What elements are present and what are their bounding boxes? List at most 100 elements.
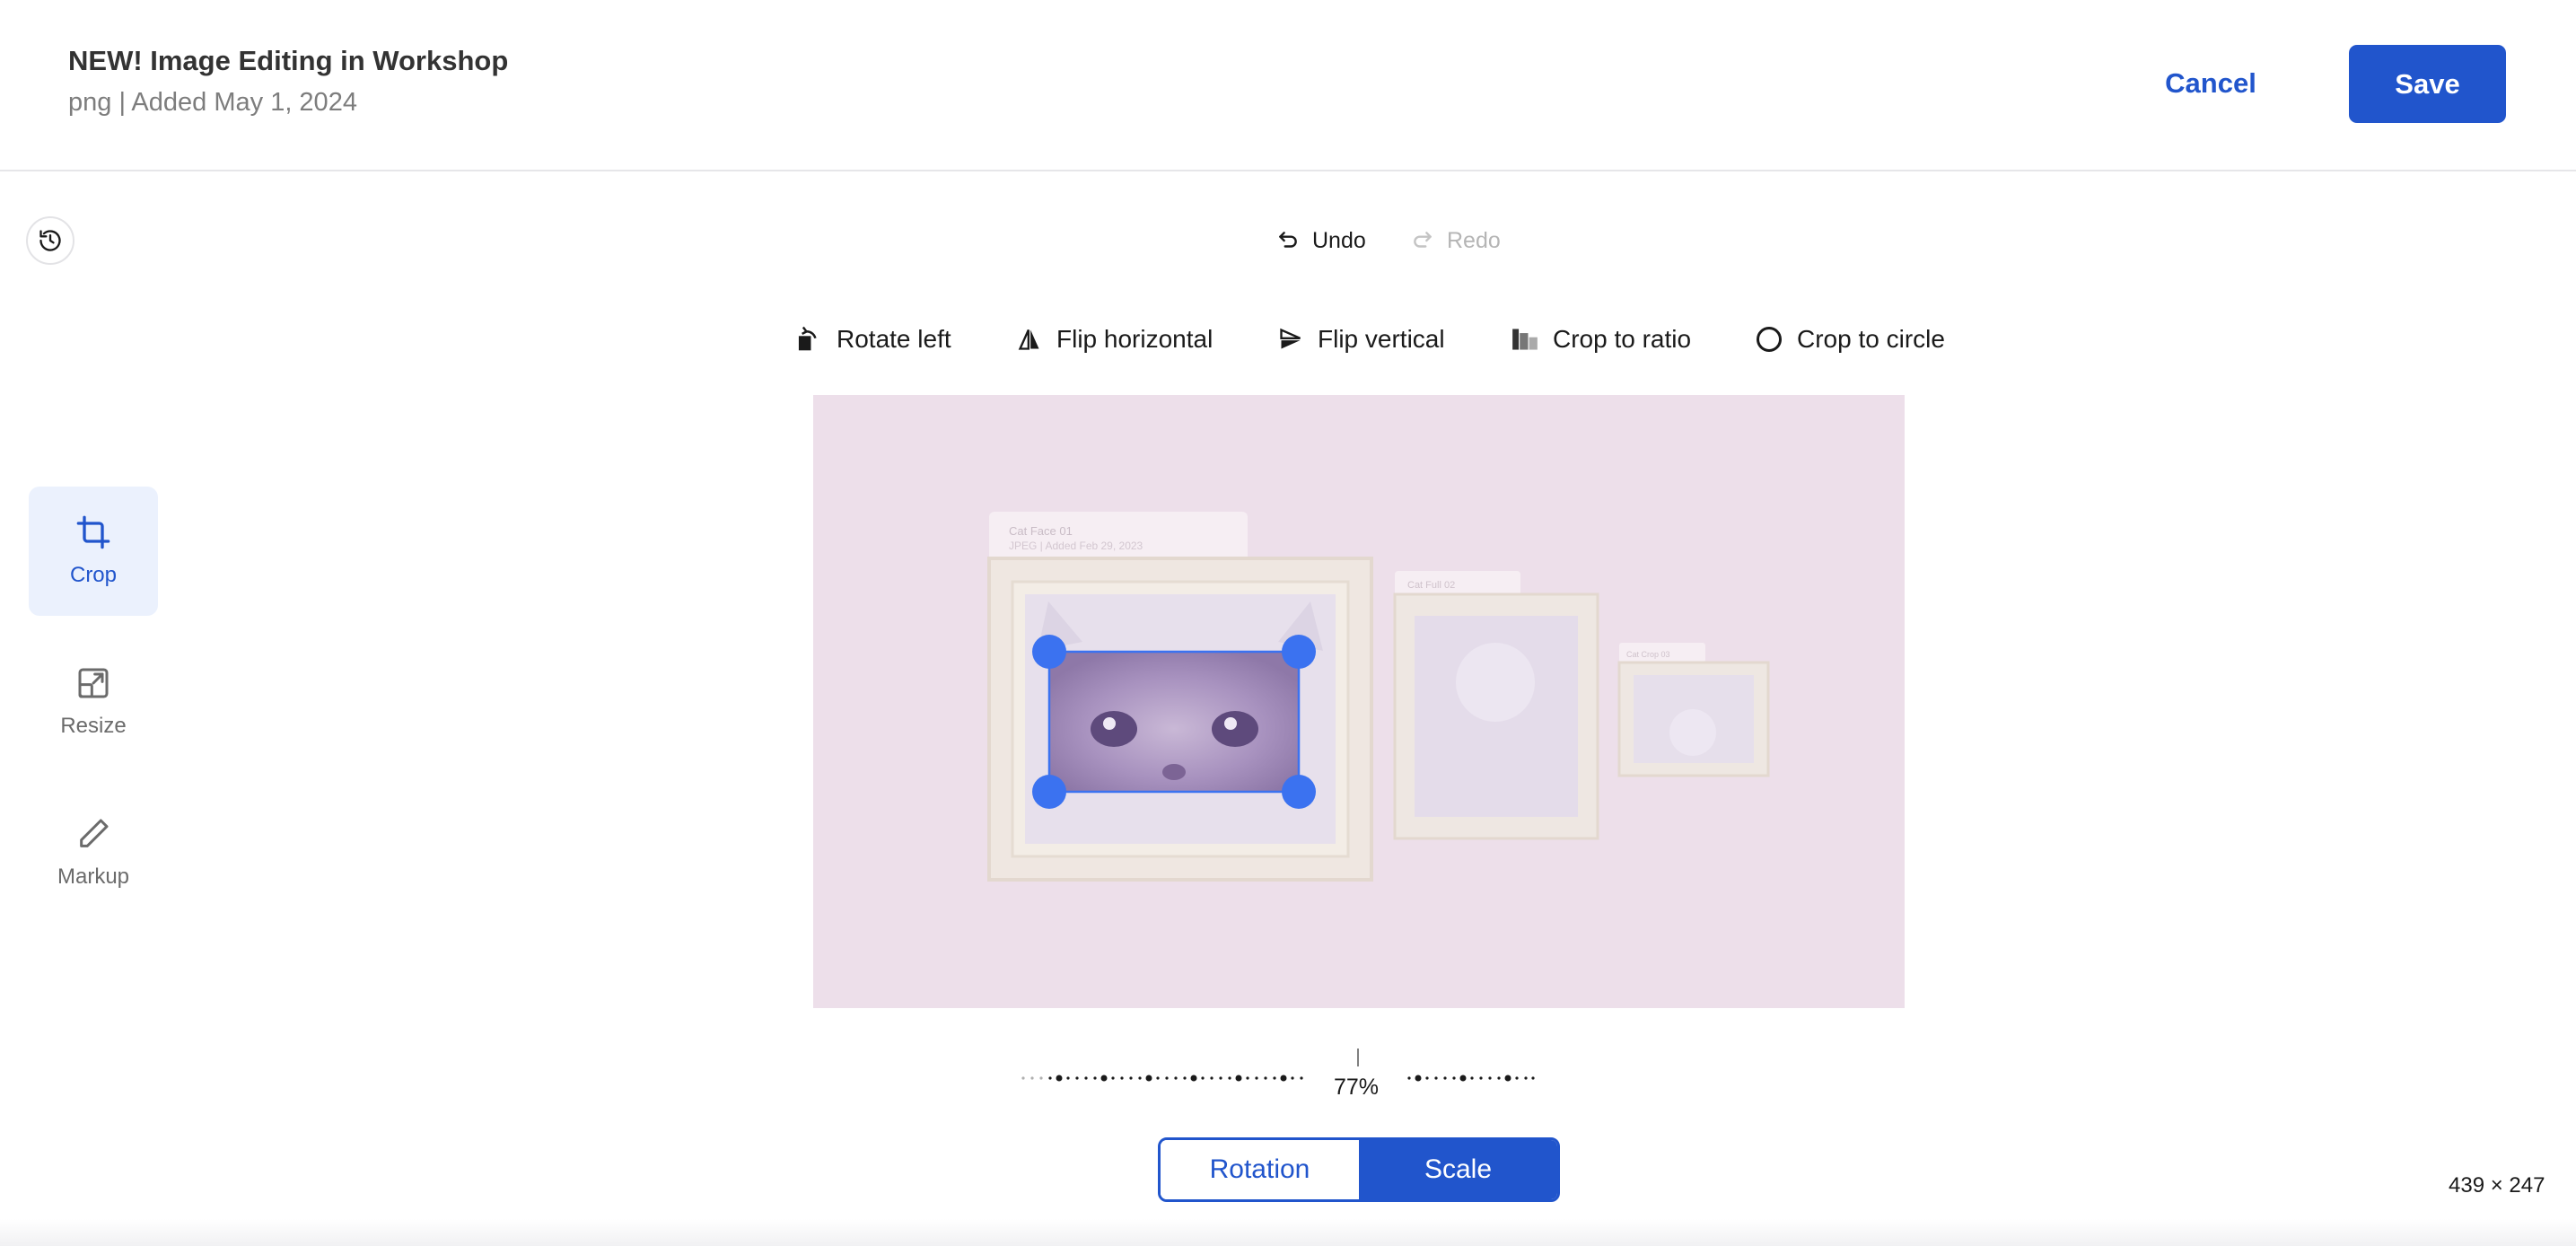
bottom-shade — [0, 1219, 2576, 1246]
rotation-tab[interactable]: Rotation — [1161, 1140, 1359, 1199]
slider-tick — [1120, 1076, 1124, 1080]
flip-vertical-label: Flip vertical — [1318, 325, 1445, 353]
slider-tick — [1093, 1076, 1097, 1080]
slider-tick — [1228, 1076, 1231, 1080]
flip-horizontal-button[interactable]: Flip horizontal — [1017, 321, 1213, 357]
undo-label: Undo — [1312, 227, 1366, 253]
redo-icon — [1414, 232, 1432, 248]
slider-tick — [1235, 1075, 1242, 1082]
scale-tab[interactable]: Scale — [1359, 1140, 1557, 1199]
flip-horizontal-label: Flip horizontal — [1056, 325, 1214, 353]
mode-toggle: Rotation Scale — [1158, 1137, 1560, 1202]
undo-button[interactable]: Undo — [1276, 224, 1366, 257]
slider-tick — [1145, 1075, 1152, 1082]
image-meta: png | Added May 1, 2024 — [68, 88, 357, 117]
cat-eye-left — [1091, 711, 1137, 747]
sidebar-item-label: Crop — [69, 563, 118, 587]
flip-vertical-button[interactable]: Flip vertical — [1278, 321, 1445, 357]
scale-slider[interactable] — [1014, 1041, 1535, 1104]
cat-eye-right — [1212, 711, 1258, 747]
slider-tick — [1280, 1075, 1287, 1082]
flip-vertical-icon — [1280, 328, 1301, 349]
slider-tick — [1291, 1076, 1294, 1080]
crop-handle-bottom-right[interactable] — [1282, 775, 1316, 809]
cat-nose — [1162, 764, 1186, 780]
slider-tick — [1273, 1076, 1276, 1080]
history-button[interactable] — [26, 216, 74, 265]
photo-card-title-large: Cat Face 01 — [1009, 524, 1073, 538]
editor-header: NEW! Image Editing in Workshop png | Add… — [0, 0, 2576, 171]
image-canvas[interactable]: Cat Face 01 JPEG | Added Feb 29, 2023 Ca… — [813, 395, 1905, 1008]
slider-tick — [1030, 1076, 1034, 1080]
slider-tick — [1524, 1076, 1528, 1080]
slider-tick — [1470, 1076, 1474, 1080]
slider-tick — [1425, 1076, 1429, 1080]
image-title: NEW! Image Editing in Workshop — [68, 45, 509, 76]
slider-tick — [1156, 1076, 1160, 1080]
photo-card-meta-large: JPEG | Added Feb 29, 2023 — [1009, 540, 1143, 552]
slider-tick — [1100, 1075, 1108, 1082]
slider-tick — [1174, 1076, 1178, 1080]
crop-to-ratio-label: Crop to ratio — [1553, 325, 1692, 353]
slider-tick — [1048, 1076, 1052, 1080]
slider-tick — [1056, 1075, 1063, 1082]
crop-to-circle-label: Crop to circle — [1797, 325, 1945, 353]
pencil-icon — [80, 819, 109, 847]
crop-ratio-icon — [1512, 329, 1538, 350]
slider-tick — [1084, 1076, 1088, 1080]
slider-tick — [1488, 1076, 1492, 1080]
sidebar-item-resize[interactable]: Resize — [29, 637, 158, 767]
eye-highlight-left — [1103, 717, 1116, 730]
flip-horizontal-icon — [1018, 329, 1039, 350]
slider-ticks — [1021, 1075, 1535, 1082]
slider-tick — [1138, 1076, 1142, 1080]
slider-tick — [1183, 1076, 1187, 1080]
slider-tick — [1504, 1075, 1511, 1082]
slider-tick — [1219, 1076, 1222, 1080]
slider-tick — [1066, 1076, 1070, 1080]
circle-icon — [1757, 327, 1782, 352]
slider-tick — [1129, 1076, 1133, 1080]
crop-to-ratio-button[interactable]: Crop to ratio — [1511, 321, 1691, 357]
eye-highlight-right — [1224, 717, 1237, 730]
rotate-left-button[interactable]: Rotate left — [795, 321, 951, 357]
cat-silhouette-small — [1669, 709, 1716, 756]
slider-tick — [1459, 1075, 1467, 1082]
rotate-left-icon — [798, 326, 817, 351]
crop-handle-top-right[interactable] — [1282, 635, 1316, 669]
crop-icon — [76, 515, 110, 549]
slider-tick — [1415, 1075, 1422, 1082]
image-dimensions: 439 × 247 — [2449, 1173, 2545, 1198]
undo-icon — [1279, 232, 1297, 248]
sidebar-item-markup[interactable]: Markup — [29, 788, 158, 917]
slider-tick — [1021, 1076, 1025, 1080]
slider-tick — [1190, 1075, 1197, 1082]
resize-icon — [78, 668, 109, 698]
slider-tick — [1531, 1076, 1535, 1080]
slider-tick — [1264, 1076, 1267, 1080]
crop-to-circle-button[interactable]: Crop to circle — [1756, 321, 1945, 357]
history-icon — [39, 230, 61, 251]
slider-tick — [1497, 1076, 1501, 1080]
slider-tick — [1246, 1076, 1249, 1080]
save-button[interactable]: Save — [2349, 45, 2506, 123]
crop-handle-top-left[interactable] — [1032, 635, 1066, 669]
redo-button[interactable]: Redo — [1411, 224, 1501, 257]
slider-tick — [1434, 1076, 1438, 1080]
cancel-button[interactable]: Cancel — [2134, 45, 2287, 122]
slider-tick — [1075, 1076, 1079, 1080]
slider-tick — [1255, 1076, 1258, 1080]
slider-tick — [1479, 1076, 1483, 1080]
photo-card-title-small: Cat Crop 03 — [1626, 650, 1670, 659]
sidebar-item-label: Markup — [57, 864, 130, 889]
slider-tick — [1039, 1076, 1043, 1080]
slider-tick — [1515, 1076, 1519, 1080]
photo-card-title-mid: Cat Full 02 — [1407, 580, 1455, 591]
sidebar-item-crop[interactable]: Crop — [29, 487, 158, 616]
crop-handle-bottom-left[interactable] — [1032, 775, 1066, 809]
redo-label: Redo — [1447, 227, 1501, 253]
slider-tick — [1300, 1076, 1303, 1080]
slider-tick — [1201, 1076, 1205, 1080]
cat-silhouette-mid — [1456, 643, 1535, 722]
slider-tick — [1111, 1076, 1115, 1080]
